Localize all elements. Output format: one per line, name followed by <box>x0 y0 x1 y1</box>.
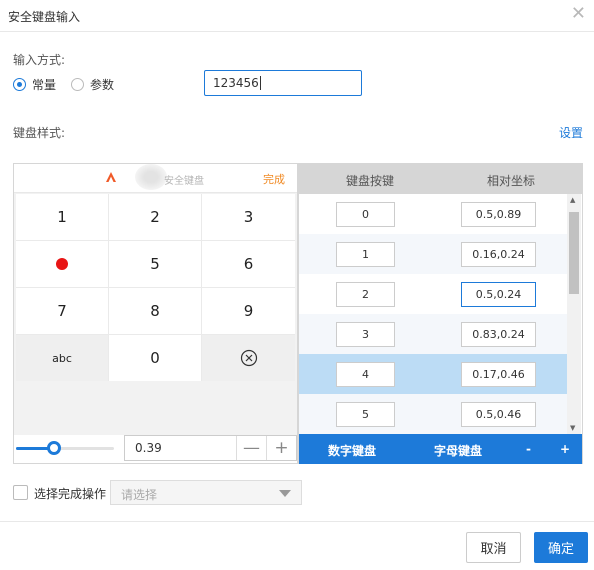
keyboard-brand-text: 安全键盘 <box>164 176 204 187</box>
keyboard-logo-icon <box>106 172 116 182</box>
coordinate-cell-input[interactable]: 0.5,0.24 <box>461 282 536 307</box>
settings-link[interactable]: 设置 <box>559 124 583 141</box>
value-input[interactable]: 123456 <box>204 70 362 96</box>
key-8[interactable]: 8 <box>109 288 201 334</box>
plus-button[interactable]: + <box>266 436 296 460</box>
text-caret <box>259 76 261 90</box>
table-scrollbar[interactable]: ▲ ▼ <box>567 194 581 434</box>
finish-action-placeholder: 请选择 <box>121 488 158 502</box>
ok-button[interactable]: 确定 <box>534 532 588 563</box>
key-7[interactable]: 7 <box>16 288 108 334</box>
value-input-text: 123456 <box>213 76 259 90</box>
key-abc[interactable]: abc <box>16 335 108 381</box>
radio-constant-dot[interactable] <box>13 78 26 91</box>
table-row[interactable]: 3 0.83,0.24 <box>299 314 567 354</box>
radio-constant-label: 常量 <box>32 78 57 92</box>
radio-parameter[interactable]: 参数 <box>71 76 114 93</box>
size-stepper-value[interactable]: 0.39 <box>125 436 236 460</box>
radio-parameter-dot[interactable] <box>71 78 84 91</box>
key-0[interactable]: 0 <box>109 335 201 381</box>
size-slider-row: 0.39 — + <box>14 435 297 463</box>
key-2[interactable]: 2 <box>109 194 201 240</box>
input-mode-label: 输入方式: <box>13 53 66 67</box>
key-4[interactable] <box>16 241 108 287</box>
key-5[interactable]: 5 <box>109 241 201 287</box>
key-cell-input[interactable]: 0 <box>336 202 395 227</box>
key-backspace[interactable] <box>202 335 295 381</box>
table-body: 0 0.5,0.89 1 0.16,0.24 2 0.5,0.24 3 0.83,0.24 4 0… <box>299 194 567 434</box>
table-footer: 数字键盘 字母键盘 - + <box>299 434 582 464</box>
keypad: 1 2 3 5 6 7 8 9 abc 0 <box>16 194 295 381</box>
key-9[interactable]: 9 <box>202 288 295 334</box>
key-cell-input[interactable]: 5 <box>336 402 395 427</box>
header-coordinate: 相对坐标 <box>487 174 536 188</box>
chevron-down-icon <box>279 490 291 497</box>
position-marker-icon <box>56 258 68 270</box>
coordinate-cell-input[interactable]: 0.83,0.24 <box>461 322 536 347</box>
table-header: 键盘按键 相对坐标 <box>299 164 582 194</box>
coordinate-cell-input[interactable]: 0.5,0.89 <box>461 202 536 227</box>
table-row[interactable]: 4 0.17,0.46 <box>299 354 567 394</box>
tab-numeric-keyboard[interactable]: 数字键盘 <box>328 442 376 459</box>
key-1[interactable]: 1 <box>16 194 108 240</box>
scroll-down-icon[interactable]: ▼ <box>570 424 575 432</box>
size-slider-track[interactable] <box>16 441 114 455</box>
finish-action-checkbox[interactable] <box>13 485 28 500</box>
key-6[interactable]: 6 <box>202 241 295 287</box>
scroll-up-icon[interactable]: ▲ <box>570 196 575 204</box>
radio-parameter-label: 参数 <box>90 78 115 92</box>
scrollbar-thumb[interactable] <box>569 212 579 294</box>
cancel-button[interactable]: 取消 <box>466 532 521 563</box>
tab-alpha-keyboard[interactable]: 字母键盘 <box>434 442 482 459</box>
keyboard-header: 安全键盘 完成 <box>14 164 297 193</box>
table-row[interactable]: 5 0.5,0.46 <box>299 394 567 434</box>
key-cell-input[interactable]: 2 <box>336 282 395 307</box>
table-row[interactable]: 2 0.5,0.24 <box>299 274 567 314</box>
keyboard-done-button[interactable]: 完成 <box>263 171 285 187</box>
coordinate-cell-input[interactable]: 0.5,0.46 <box>461 402 536 427</box>
header-key: 键盘按键 <box>346 174 395 188</box>
key-cell-input[interactable]: 4 <box>336 362 395 387</box>
radio-constant[interactable]: 常量 <box>13 76 56 93</box>
add-row-button[interactable]: + <box>560 442 570 456</box>
keyboard-preview: 安全键盘 完成 1 2 3 5 6 7 8 9 abc 0 0.39 — + <box>13 163 298 464</box>
coordinate-cell-input[interactable]: 0.17,0.46 <box>461 362 536 387</box>
dialog-title: 安全键盘输入 <box>8 10 81 24</box>
size-slider-thumb[interactable] <box>47 441 61 455</box>
finish-action-select[interactable]: 请选择 <box>110 480 302 505</box>
blurred-logo <box>135 164 167 190</box>
table-row[interactable]: 1 0.16,0.24 <box>299 234 567 274</box>
coordinate-cell-input[interactable]: 0.16,0.24 <box>461 242 536 267</box>
close-icon[interactable]: ✕ <box>571 3 586 24</box>
size-stepper[interactable]: 0.39 — + <box>124 435 297 461</box>
keyboard-style-label: 键盘样式: <box>13 126 66 140</box>
table-row[interactable]: 0 0.5,0.89 <box>299 194 567 234</box>
backspace-icon <box>240 349 257 367</box>
key-coordinate-table: 键盘按键 相对坐标 0 0.5,0.89 1 0.16,0.24 2 0.5,0.24 3 0… <box>298 163 583 464</box>
minus-button[interactable]: — <box>236 436 266 460</box>
key-cell-input[interactable]: 1 <box>336 242 395 267</box>
dialog-titlebar: 安全键盘输入 ✕ <box>0 0 594 32</box>
key-3[interactable]: 3 <box>202 194 295 240</box>
finish-action-label: 选择完成操作 <box>34 487 107 501</box>
key-cell-input[interactable]: 3 <box>336 322 395 347</box>
remove-row-button[interactable]: - <box>526 442 531 456</box>
footer-divider <box>0 521 594 522</box>
